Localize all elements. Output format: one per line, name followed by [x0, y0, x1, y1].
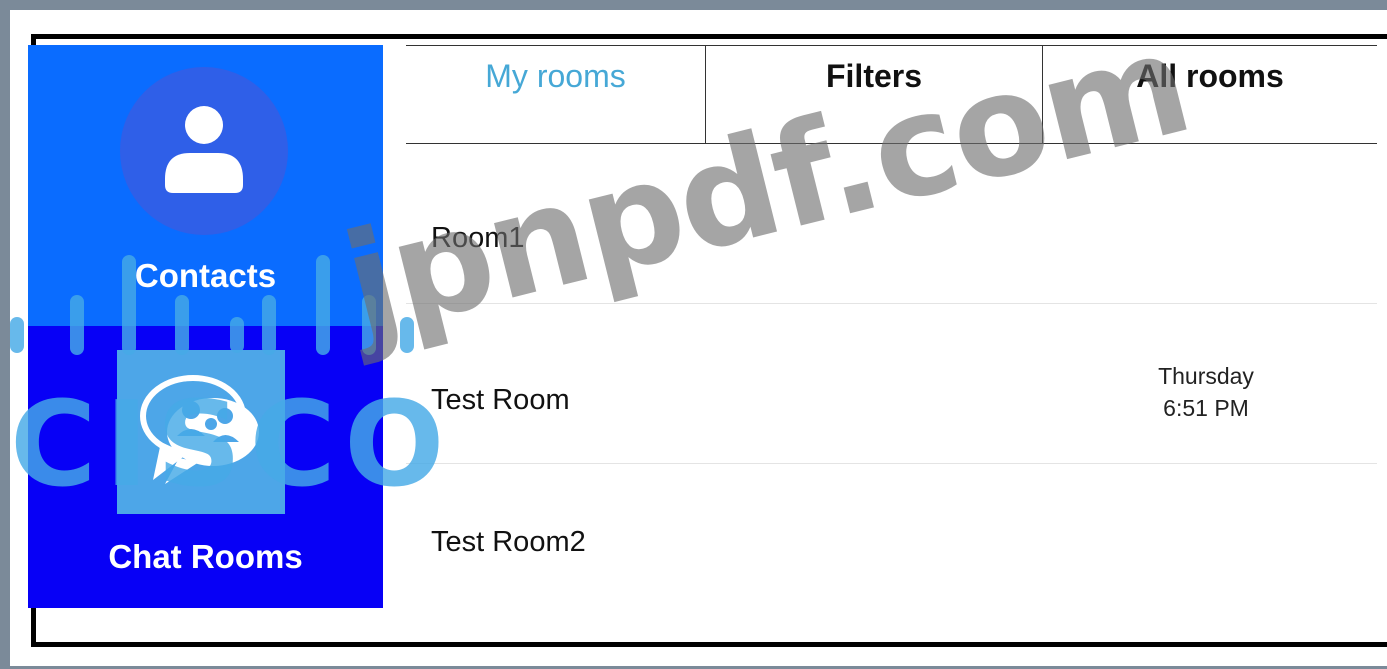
tab-all-rooms[interactable]: All rooms	[1042, 46, 1377, 143]
room-time: 6:51 PM	[1163, 395, 1249, 421]
room-day: Thursday	[1158, 363, 1254, 389]
chat-rooms-label: Chat Rooms	[108, 538, 303, 575]
person-icon	[165, 106, 243, 193]
room-name: Test Room	[431, 384, 570, 416]
contacts-avatar-circle	[120, 67, 288, 235]
tab-my-rooms[interactable]: My rooms	[406, 46, 705, 143]
room-name: Test Room2	[431, 526, 586, 558]
tab-filters[interactable]: Filters	[705, 46, 1042, 143]
list-item[interactable]: Test Room2	[406, 464, 1377, 614]
list-item[interactable]: Test Room Thursday 6:51 PM	[406, 304, 1377, 464]
cisco-bars-watermark	[10, 255, 414, 355]
room-name: Room1	[431, 222, 525, 254]
room-timestamp: Thursday 6:51 PM	[1096, 360, 1316, 424]
room-list: Room1 Test Room Thursday 6:51 PM Test Ro…	[406, 144, 1377, 614]
list-item[interactable]: Room1	[406, 144, 1377, 304]
room-tabs: My rooms Filters All rooms	[406, 45, 1377, 144]
